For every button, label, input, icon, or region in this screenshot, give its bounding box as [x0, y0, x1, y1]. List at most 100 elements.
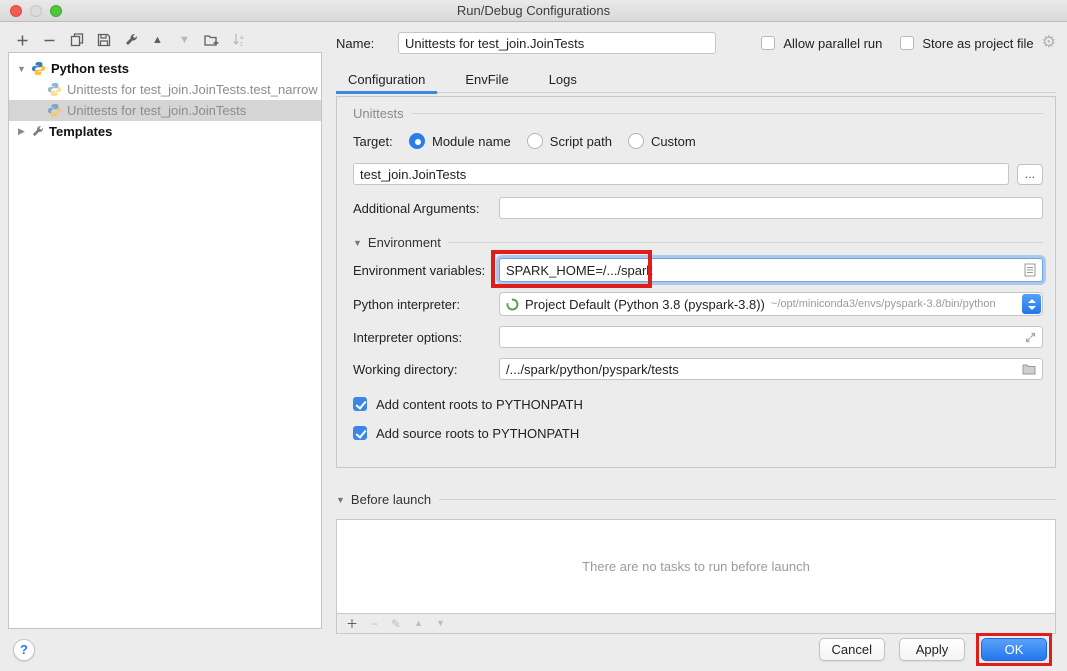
- configurations-tree: ▼ Python tests Unittests for test_join.J…: [8, 52, 322, 629]
- name-row: Name: Unittests for test_join.JoinTests …: [336, 32, 1056, 54]
- tree-item-python-tests[interactable]: ▼ Python tests: [9, 58, 321, 79]
- radio-custom[interactable]: Custom: [628, 133, 696, 149]
- add-source-roots-row[interactable]: Add source roots to PYTHONPATH: [353, 425, 1043, 441]
- add-content-roots-checkbox[interactable]: [353, 397, 367, 411]
- module-name-row: test_join.JoinTests ...: [353, 163, 1043, 185]
- python-test-icon: [47, 103, 62, 118]
- name-value: Unittests for test_join.JoinTests: [405, 36, 584, 51]
- add-configuration-icon[interactable]: [15, 33, 30, 48]
- name-input[interactable]: Unittests for test_join.JoinTests: [398, 32, 716, 54]
- save-configuration-icon[interactable]: [96, 33, 111, 48]
- collapse-icon[interactable]: ▼: [16, 64, 27, 74]
- python-interpreter-select[interactable]: Project Default (Python 3.8 (pyspark-3.8…: [499, 292, 1043, 316]
- expand-field-icon[interactable]: [1025, 332, 1036, 343]
- tab-envfile[interactable]: EnvFile: [453, 67, 520, 92]
- allow-parallel-run-checkbox[interactable]: [761, 36, 775, 50]
- python-interpreter-value: Project Default (Python 3.8 (pyspark-3.8…: [525, 297, 765, 312]
- tree-item-unittests-test-narrow[interactable]: Unittests for test_join.JoinTests.test_n…: [9, 79, 321, 100]
- browse-folder-icon[interactable]: [1022, 363, 1036, 375]
- python-test-icon: [47, 82, 62, 97]
- configuration-form: Unittests Target: Module name Script pat…: [336, 96, 1056, 468]
- radio-button[interactable]: [527, 133, 543, 149]
- header-checkboxes: Allow parallel run Store as project file…: [761, 36, 1056, 51]
- help-button[interactable]: ?: [13, 639, 35, 661]
- unittests-group-label: Unittests: [353, 106, 404, 121]
- python-interpreter-row: Python interpreter: Project Default (Pyt…: [353, 292, 1043, 316]
- browse-module-button[interactable]: ...: [1017, 164, 1043, 185]
- title-bar: Run/Debug Configurations: [0, 0, 1067, 22]
- module-name-value: test_join.JoinTests: [360, 167, 466, 182]
- run-debug-configurations-dialog: Run/Debug Configurations ▲ ▼ az ▼ Python…: [0, 0, 1067, 671]
- move-up-icon[interactable]: ▲: [150, 33, 165, 48]
- radio-button[interactable]: [628, 133, 644, 149]
- copy-configuration-icon[interactable]: [69, 33, 84, 48]
- collapse-icon[interactable]: ▼: [353, 238, 362, 248]
- tree-item-templates[interactable]: ▶ Templates: [9, 121, 321, 142]
- python-interpreter-label: Python interpreter:: [353, 297, 499, 312]
- svg-text:z: z: [240, 42, 243, 47]
- interpreter-options-label: Interpreter options:: [353, 330, 499, 345]
- divider: [449, 242, 1043, 243]
- working-directory-input[interactable]: /.../spark/python/pyspark/tests: [499, 358, 1043, 380]
- working-directory-row: Working directory: /.../spark/python/pys…: [353, 358, 1043, 380]
- tree-item-label: Unittests for test_join.JoinTests.test_n…: [67, 82, 318, 97]
- environment-group-label: Environment: [368, 235, 441, 250]
- tab-logs[interactable]: Logs: [537, 67, 589, 92]
- tree-item-label: Templates: [49, 124, 112, 139]
- tree-item-label: Unittests for test_join.JoinTests: [67, 103, 246, 118]
- ok-button[interactable]: OK: [981, 638, 1047, 661]
- interpreter-options-input[interactable]: [499, 326, 1043, 348]
- environment-variables-value: SPARK_HOME=/.../spark: [506, 263, 653, 278]
- tree-item-label: Python tests: [51, 61, 129, 76]
- before-launch-header: ▼ Before launch: [336, 492, 1056, 507]
- cancel-button[interactable]: Cancel: [819, 638, 885, 661]
- move-task-down-icon: ▼: [436, 619, 445, 628]
- environment-group-header: ▼ Environment: [353, 235, 1043, 250]
- new-folder-icon[interactable]: [204, 33, 219, 48]
- tree-item-unittests-jointests-selected[interactable]: Unittests for test_join.JoinTests: [9, 100, 321, 121]
- edit-environment-variables-icon[interactable]: [1024, 263, 1036, 277]
- collapse-icon[interactable]: ▼: [336, 495, 345, 505]
- add-content-roots-row[interactable]: Add content roots to PYTHONPATH: [353, 396, 1043, 412]
- before-launch-label: Before launch: [351, 492, 431, 507]
- unittests-group-header: Unittests: [353, 106, 1043, 121]
- window-controls: [10, 5, 62, 17]
- tab-configuration[interactable]: Configuration: [336, 67, 437, 92]
- zoom-window-button[interactable]: [50, 5, 62, 17]
- store-as-project-file-checkbox[interactable]: [900, 36, 914, 50]
- module-name-input[interactable]: test_join.JoinTests: [353, 163, 1009, 185]
- remove-configuration-icon[interactable]: [42, 33, 57, 48]
- additional-arguments-row: Additional Arguments:: [353, 197, 1043, 219]
- add-source-roots-checkbox[interactable]: [353, 426, 367, 440]
- store-settings-gear-icon[interactable]: ⚙: [1042, 36, 1056, 50]
- before-launch-empty-message: There are no tasks to run before launch: [582, 559, 810, 574]
- dropdown-stepper-icon[interactable]: [1022, 294, 1041, 314]
- radio-label: Custom: [651, 134, 696, 149]
- move-task-up-icon: ▲: [414, 619, 423, 628]
- allow-parallel-run-label: Allow parallel run: [783, 36, 882, 51]
- additional-arguments-input[interactable]: [499, 197, 1043, 219]
- apply-button[interactable]: Apply: [899, 638, 965, 661]
- radio-module-name[interactable]: Module name: [409, 133, 511, 149]
- environment-variables-input[interactable]: SPARK_HOME=/.../spark: [499, 258, 1043, 282]
- radio-label: Script path: [550, 134, 612, 149]
- interpreter-options-row: Interpreter options:: [353, 326, 1043, 348]
- before-launch-task-list[interactable]: There are no tasks to run before launch: [336, 519, 1056, 614]
- divider: [412, 113, 1043, 114]
- environment-variables-row: Environment variables: SPARK_HOME=/.../s…: [353, 258, 1043, 282]
- conda-environment-icon: [506, 298, 519, 311]
- expand-icon[interactable]: ▶: [16, 126, 27, 137]
- minimize-window-button: [30, 5, 42, 17]
- radio-script-path[interactable]: Script path: [527, 133, 612, 149]
- divider: [439, 499, 1056, 500]
- edit-templates-icon[interactable]: [123, 33, 138, 48]
- working-directory-value: /.../spark/python/pyspark/tests: [506, 362, 679, 377]
- close-window-button[interactable]: [10, 5, 22, 17]
- radio-button-selected[interactable]: [409, 133, 425, 149]
- radio-label: Module name: [432, 134, 511, 149]
- additional-arguments-label: Additional Arguments:: [353, 201, 499, 216]
- wrench-icon: [31, 125, 44, 138]
- window-title: Run/Debug Configurations: [457, 3, 610, 18]
- configurations-toolbar: ▲ ▼ az: [15, 31, 246, 49]
- add-source-roots-label: Add source roots to PYTHONPATH: [376, 426, 579, 441]
